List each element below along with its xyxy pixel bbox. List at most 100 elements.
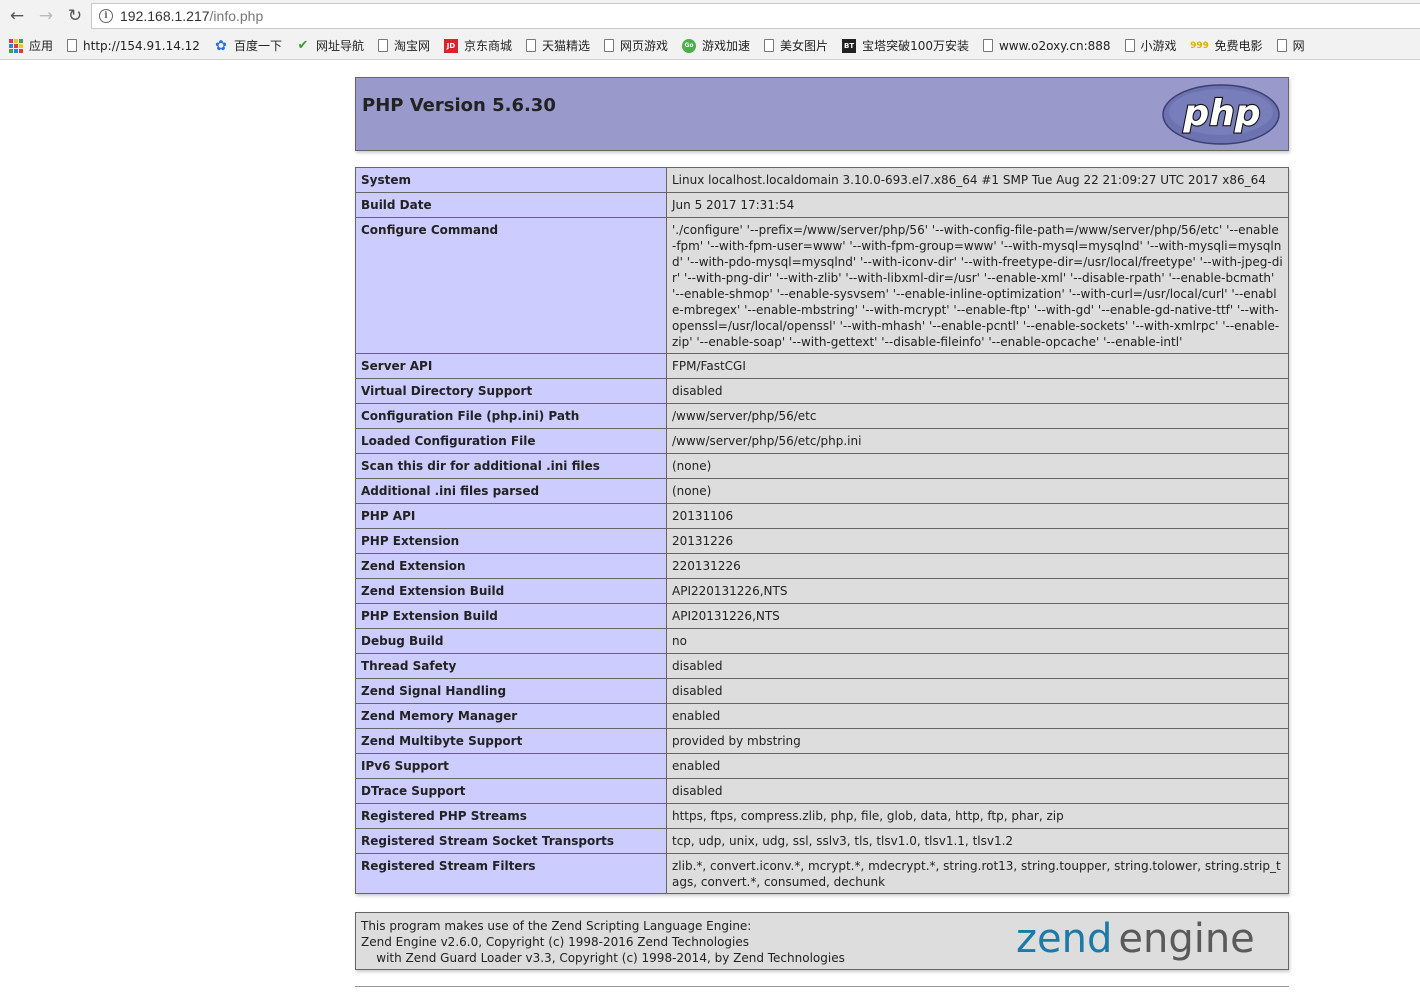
- info-key: IPv6 Support: [355, 753, 667, 779]
- info-value: Linux localhost.localdomain 3.10.0-693.e…: [666, 167, 1289, 193]
- url-host: 192.168.1.217: [120, 8, 210, 24]
- info-key: Build Date: [355, 192, 667, 218]
- bookmark-label: 小游戏: [1140, 39, 1177, 53]
- bookmark-item[interactable]: http://154.91.14.12: [67, 39, 200, 53]
- table-row: Zend Extension Build API220131226,NTS: [355, 578, 1289, 604]
- bookmark-item[interactable]: 999 免费电影: [1190, 37, 1263, 54]
- info-value: enabled: [666, 703, 1289, 729]
- bookmark-label: 网址导航: [315, 39, 364, 53]
- table-row: PHP Extension Build API20131226,NTS: [355, 603, 1289, 629]
- table-row: Build Date Jun 5 2017 17:31:54: [355, 192, 1289, 218]
- bookmark-item[interactable]: Go 游戏加速: [682, 37, 750, 54]
- bookmark-item[interactable]: ✿ 百度一下: [214, 37, 282, 54]
- page-icon: [1124, 39, 1135, 52]
- bookmark-item[interactable]: 应用: [9, 37, 53, 54]
- site-info-icon[interactable]: i: [99, 9, 113, 23]
- forward-arrow-icon[interactable]: →: [34, 4, 58, 28]
- page-icon: [982, 39, 993, 52]
- zend-credit-line: This program makes use of the Zend Scrip…: [361, 919, 752, 933]
- info-value: 220131226: [666, 553, 1289, 579]
- table-row: Zend Extension 220131226: [355, 553, 1289, 579]
- table-row: Virtual Directory Support disabled: [355, 378, 1289, 404]
- address-bar[interactable]: i 192.168.1.217/info.php: [91, 3, 1420, 29]
- info-key: Thread Safety: [355, 653, 667, 679]
- table-row: PHP API 20131106: [355, 503, 1289, 529]
- info-value: API20131226,NTS: [666, 603, 1289, 629]
- bookmark-label: 免费电影: [1214, 39, 1263, 53]
- zend-credits: This program makes use of the Zend Scrip…: [361, 918, 845, 966]
- address-url[interactable]: 192.168.1.217/info.php: [120, 8, 263, 24]
- bookmark-item[interactable]: 天猫精选: [526, 37, 590, 54]
- table-row: DTrace Support disabled: [355, 778, 1289, 804]
- info-value: Jun 5 2017 17:31:54: [666, 192, 1289, 218]
- bookmark-label: 淘宝网: [393, 39, 430, 53]
- zend-engine-logo[interactable]: zend engine: [1016, 914, 1272, 968]
- game-icon: Go: [682, 38, 697, 53]
- url-path: /info.php: [209, 8, 264, 24]
- info-key: Loaded Configuration File: [355, 428, 667, 454]
- bookmark-item[interactable]: 美女图片: [764, 37, 828, 54]
- info-key: Additional .ini files parsed: [355, 478, 667, 504]
- info-value: no: [666, 628, 1289, 654]
- bookmark-item[interactable]: 网页游戏: [604, 37, 668, 54]
- info-value: disabled: [666, 778, 1289, 804]
- bookmark-item[interactable]: JD 京东商城: [443, 37, 512, 54]
- table-row: Configure Command './configure' '--prefix…: [355, 217, 1289, 354]
- page-title: PHP Version 5.6.30: [362, 95, 556, 116]
- back-arrow-icon[interactable]: ←: [5, 4, 29, 28]
- info-key: Server API: [355, 353, 667, 379]
- info-key: System: [355, 167, 667, 193]
- bookmark-label: 百度一下: [233, 39, 282, 53]
- table-row: Loaded Configuration File/www/server/php…: [355, 428, 1289, 454]
- bookmark-label: 应用: [29, 39, 54, 53]
- php-logo[interactable]: php: [1162, 84, 1280, 145]
- table-row: Scan this dir for additional .ini files(…: [355, 453, 1289, 479]
- page-icon: [526, 39, 536, 52]
- info-key: Zend Extension: [355, 553, 667, 579]
- table-row: Configuration File (php.ini) Path/www/se…: [355, 403, 1289, 429]
- bookmark-label: www.o2oxy.cn:888: [998, 38, 1111, 53]
- info-value: FPM/FastCGI: [666, 353, 1289, 379]
- info-value: 20131226: [666, 528, 1289, 554]
- info-key: Debug Build: [355, 628, 667, 654]
- bookmark-label: 网: [1292, 39, 1305, 53]
- info-key: Registered PHP Streams: [355, 803, 667, 829]
- bookmark-item[interactable]: BT 宝塔突破100万安装: [842, 37, 969, 54]
- bookmark-item[interactable]: 淘宝网: [377, 37, 430, 54]
- reload-icon[interactable]: ↻: [63, 4, 87, 28]
- page-icon: [377, 39, 388, 52]
- bookmark-item[interactable]: ✔ 网址导航: [296, 37, 364, 54]
- info-value: (none): [666, 478, 1289, 504]
- info-key: Registered Stream Filters: [355, 853, 667, 894]
- bottom-divider: [355, 986, 1289, 987]
- info-key: Zend Extension Build: [355, 578, 667, 604]
- info-key: Zend Multibyte Support: [355, 728, 667, 754]
- page-icon: [1276, 39, 1287, 52]
- info-value: tcp, udp, unix, udg, ssl, sslv3, tls, tl…: [666, 828, 1289, 854]
- info-key: Configuration File (php.ini) Path: [355, 403, 667, 429]
- table-row: Additional .ini files parsed (none): [355, 478, 1289, 504]
- info-key: Virtual Directory Support: [355, 378, 667, 404]
- apps-grid-icon: [9, 38, 23, 53]
- bookmark-item[interactable]: www.o2oxy.cn:888: [982, 38, 1111, 53]
- info-key: PHP Extension Build: [355, 603, 667, 629]
- info-value: zlib.*, convert.iconv.*, mcrypt.*, mdecr…: [666, 853, 1289, 894]
- table-row: Thread Safety disabled: [355, 653, 1289, 679]
- info-value: disabled: [666, 653, 1289, 679]
- bookmark-item[interactable]: 小游戏: [1124, 37, 1177, 54]
- bt-icon: BT: [842, 38, 857, 53]
- table-row: Zend Memory Manager enabled: [355, 703, 1289, 729]
- info-value: provided by mbstring: [666, 728, 1289, 754]
- 999-icon: 999: [1190, 40, 1209, 51]
- info-key: PHP API: [355, 503, 667, 529]
- info-value: API220131226,NTS: [666, 578, 1289, 604]
- baidu-paw-icon: ✿: [215, 37, 227, 54]
- jd-icon: JD: [443, 38, 458, 53]
- bookmark-item[interactable]: 网: [1276, 37, 1305, 54]
- zend-engine-box: This program makes use of the Zend Scrip…: [355, 912, 1289, 970]
- zend-logo-text: zend engine: [1016, 916, 1255, 962]
- info-key: DTrace Support: [355, 778, 667, 804]
- bookmark-label: 美女图片: [780, 39, 829, 53]
- table-row: Server API FPM/FastCGI: [355, 353, 1289, 379]
- zend-credit-line: with Zend Guard Loader v3.3, Copyright (…: [361, 951, 845, 965]
